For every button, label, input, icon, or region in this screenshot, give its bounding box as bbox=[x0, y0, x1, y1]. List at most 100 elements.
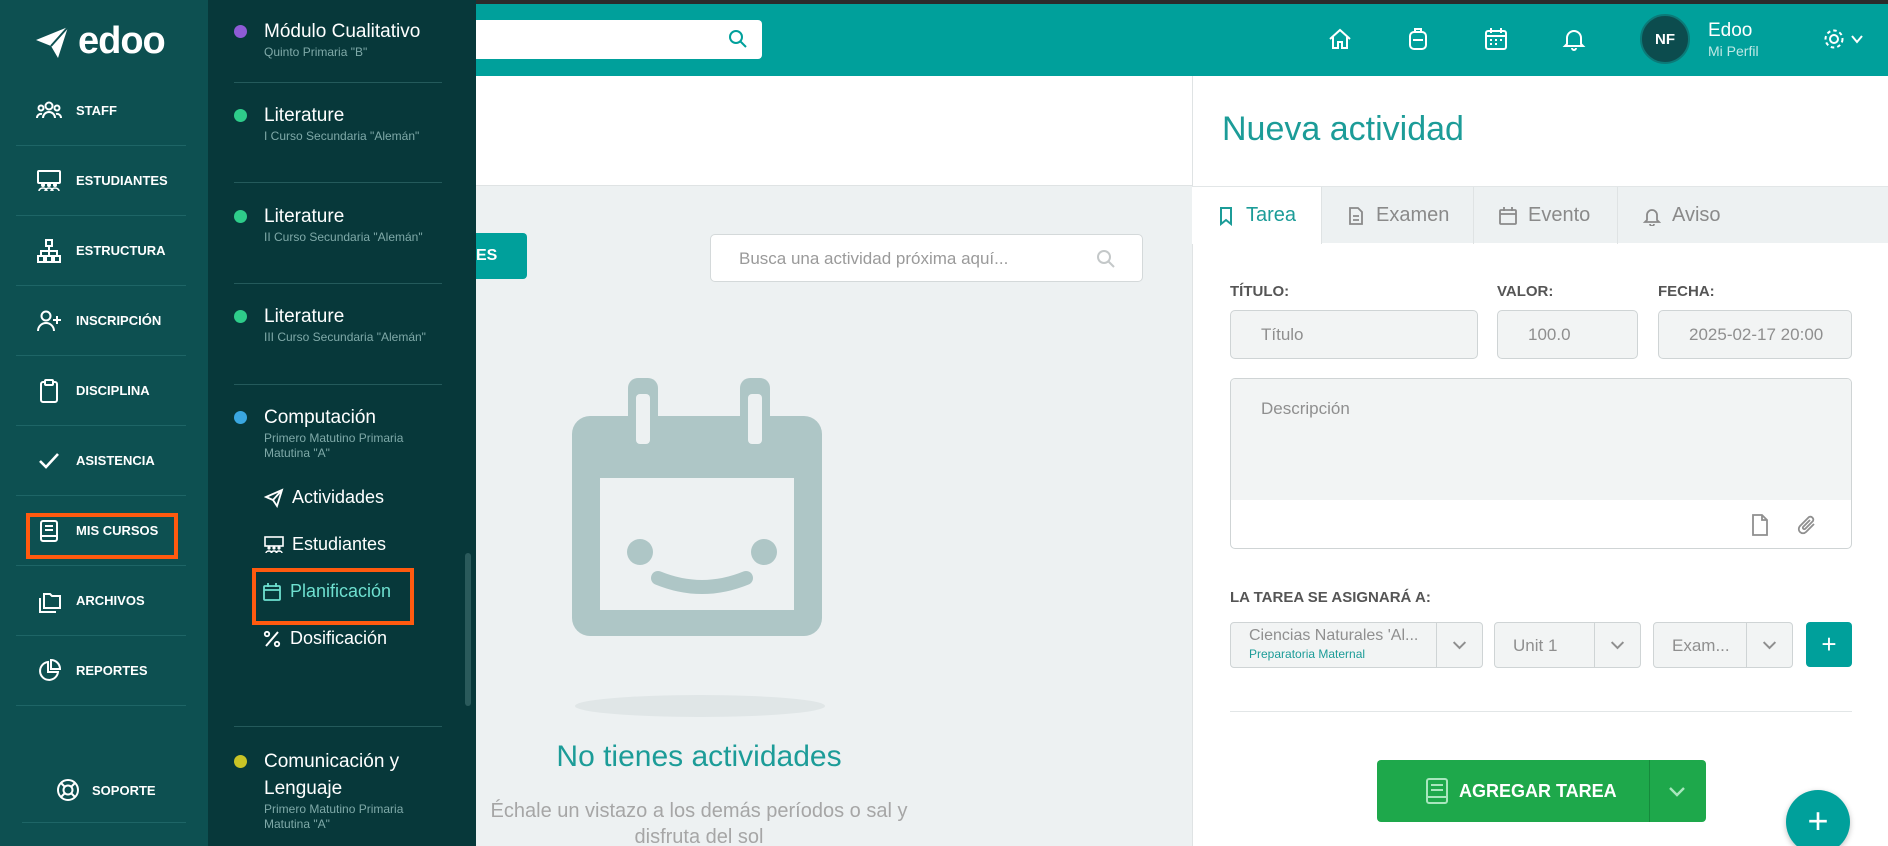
user-name[interactable]: Edoo bbox=[1708, 20, 1752, 42]
settings-gear-icon[interactable] bbox=[1822, 27, 1866, 51]
course-title: Módulo Cualitativo bbox=[264, 21, 421, 42]
highlight-box bbox=[26, 513, 178, 559]
flyout-scrollbar[interactable] bbox=[465, 553, 471, 706]
submenu-dosificacion[interactable]: Dosificación bbox=[262, 628, 387, 649]
submenu-label: Estudiantes bbox=[292, 534, 387, 554]
search-icon bbox=[1097, 250, 1115, 268]
sidebar-item-estructura[interactable]: ESTRUCTURA bbox=[16, 216, 186, 286]
date-field[interactable]: 2025-02-17 20:00 bbox=[1658, 310, 1852, 359]
paperclip-icon[interactable] bbox=[1797, 513, 1819, 537]
sidebar-item-inscripcion[interactable]: INSCRIPCIÓN bbox=[16, 286, 186, 356]
files-icon bbox=[39, 592, 61, 613]
course-item-computacion[interactable]: Computación Primero Matutino Primaria Ma… bbox=[234, 404, 442, 461]
bell-icon[interactable] bbox=[1561, 26, 1587, 52]
type-select[interactable]: Exam... bbox=[1653, 622, 1793, 668]
support-label: SOPORTE bbox=[92, 782, 156, 798]
profile-link[interactable]: Mi Perfil bbox=[1708, 43, 1759, 59]
course-color-dot bbox=[234, 755, 247, 768]
course-item[interactable]: Literature I Curso Secundaria "Alemán" bbox=[234, 102, 442, 144]
structure-icon bbox=[37, 238, 61, 263]
description-field[interactable]: Descripción bbox=[1230, 378, 1852, 549]
course-title: Literature bbox=[264, 306, 345, 327]
course-select-sub: Preparatoria Maternal bbox=[1249, 647, 1366, 661]
course-color-dot bbox=[234, 411, 247, 424]
calendar-icon[interactable] bbox=[1483, 26, 1509, 52]
sidebar-item-archivos[interactable]: ARCHIVOS bbox=[16, 566, 186, 636]
sidebar-item-estudiantes[interactable]: ESTUDIANTES bbox=[16, 146, 186, 216]
tab-evento[interactable]: Evento bbox=[1474, 187, 1618, 244]
add-assignment-button[interactable]: + bbox=[1806, 622, 1852, 667]
title-field[interactable]: Título bbox=[1230, 310, 1478, 359]
tab-label: Aviso bbox=[1672, 204, 1721, 226]
home-icon[interactable] bbox=[1327, 26, 1353, 52]
course-item[interactable]: Literature II Curso Secundaria "Alemán" bbox=[234, 203, 442, 245]
course-select[interactable]: Ciencias Naturales 'Al... Preparatoria M… bbox=[1230, 622, 1483, 668]
divider bbox=[1230, 711, 1852, 712]
courses-flyout: Módulo Cualitativo Quinto Primaria "B" L… bbox=[208, 0, 476, 846]
tab-tarea[interactable]: Tarea bbox=[1192, 187, 1322, 244]
submenu-label: Actividades bbox=[292, 487, 385, 507]
submenu-estudiantes[interactable]: Estudiantes bbox=[264, 534, 386, 555]
course-item[interactable]: Comunicación y Lenguaje Primero Matutino… bbox=[234, 748, 442, 832]
sidebar-item-label: REPORTES bbox=[76, 663, 148, 678]
divider bbox=[1649, 760, 1650, 822]
calendar-icon bbox=[1499, 206, 1517, 225]
sidebar-item-reportes[interactable]: REPORTES bbox=[16, 636, 186, 706]
students-icon bbox=[264, 535, 284, 553]
chevron-down-icon bbox=[1746, 623, 1777, 667]
unit-select[interactable]: Unit 1 bbox=[1494, 622, 1641, 668]
course-select-value: Ciencias Naturales 'Al... bbox=[1249, 627, 1419, 644]
divider bbox=[234, 182, 442, 183]
support-button[interactable]: SOPORTE bbox=[56, 778, 156, 802]
chevron-down-icon bbox=[1594, 623, 1625, 667]
sidebar-item-disciplina[interactable]: DISCIPLINA bbox=[16, 356, 186, 426]
submenu-actividades[interactable]: Actividades bbox=[264, 487, 384, 508]
fab-add-button[interactable]: + bbox=[1786, 790, 1850, 846]
center-header bbox=[476, 76, 1192, 186]
course-color-dot bbox=[234, 210, 247, 223]
tab-examen[interactable]: Examen bbox=[1322, 187, 1474, 244]
sidebar-item-staff[interactable]: STAFF bbox=[16, 76, 186, 146]
add-task-button[interactable]: AGREGAR TAREA bbox=[1377, 760, 1706, 822]
bookmark-icon bbox=[1220, 206, 1232, 226]
activity-search-input[interactable]: Busca una actividad próxima aquí... bbox=[710, 234, 1143, 282]
document-icon bbox=[1349, 206, 1363, 225]
lifebuoy-icon bbox=[57, 779, 79, 801]
tab-label: Tarea bbox=[1246, 204, 1297, 226]
add-task-label: AGREGAR TAREA bbox=[1459, 781, 1617, 801]
sidebar-item-label: INSCRIPCIÓN bbox=[76, 313, 162, 328]
clipboard-icon bbox=[40, 378, 58, 403]
chevron-down-icon[interactable] bbox=[1665, 780, 1689, 802]
panel-title: Nueva actividad bbox=[1222, 110, 1464, 148]
course-title: Literature bbox=[264, 105, 345, 126]
avatar[interactable]: NF bbox=[1640, 14, 1690, 64]
course-color-dot bbox=[234, 109, 247, 122]
value-field[interactable]: 100.0 bbox=[1497, 310, 1638, 359]
value-label: VALOR: bbox=[1497, 283, 1554, 300]
course-subtitle: Primero Matutino Primaria Matutina "A" bbox=[264, 802, 404, 831]
periods-button[interactable]: ES bbox=[476, 233, 527, 279]
chart-pie-icon bbox=[39, 658, 62, 681]
assign-label: LA TAREA SE ASIGNARÁ A: bbox=[1230, 589, 1431, 606]
enrollment-icon bbox=[37, 310, 61, 331]
course-subtitle: III Curso Secundaria "Alemán" bbox=[264, 330, 426, 344]
document-icon[interactable] bbox=[1749, 513, 1771, 537]
sidebar-item-label: ESTUDIANTES bbox=[76, 173, 168, 188]
sidebar-item-label: ARCHIVOS bbox=[76, 593, 145, 608]
tab-aviso[interactable]: Aviso bbox=[1618, 187, 1750, 244]
logo-text: edoo bbox=[78, 20, 166, 62]
title-label: TÍTULO: bbox=[1230, 283, 1290, 300]
tab-label: Evento bbox=[1528, 204, 1591, 226]
course-color-dot bbox=[234, 25, 247, 38]
paper-plane-icon bbox=[264, 487, 284, 508]
empty-calendar-icon bbox=[572, 378, 825, 717]
staff-icon bbox=[36, 101, 62, 118]
course-item[interactable]: Literature III Curso Secundaria "Alemán" bbox=[234, 303, 442, 345]
backpack-icon[interactable] bbox=[1405, 26, 1431, 52]
edoo-logo[interactable]: edoo bbox=[34, 20, 166, 63]
sidebar-item-asistencia[interactable]: ASISTENCIA bbox=[16, 426, 186, 496]
sidebar-item-label: STAFF bbox=[76, 103, 117, 118]
students-icon bbox=[37, 169, 61, 191]
highlight-box bbox=[252, 568, 414, 625]
course-item[interactable]: Módulo Cualitativo Quinto Primaria "B" bbox=[234, 18, 442, 60]
